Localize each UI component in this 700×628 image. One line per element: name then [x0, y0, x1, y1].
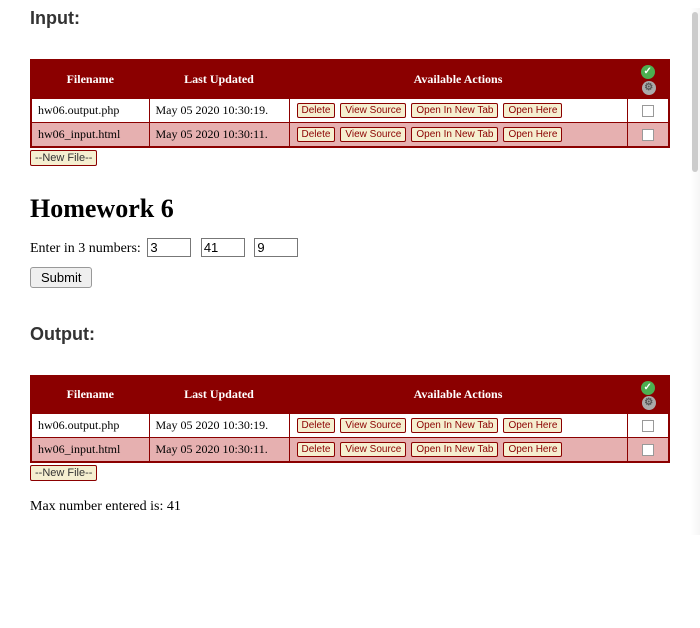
- row-checkbox[interactable]: [642, 105, 654, 117]
- col-actions: Available Actions: [289, 60, 627, 98]
- cell-filename: hw06_input.html: [31, 438, 149, 463]
- file-table-output: Filename Last Updated Available Actions …: [30, 375, 670, 464]
- submit-button[interactable]: Submit: [30, 267, 92, 288]
- scrollbar-track[interactable]: [690, 8, 700, 535]
- number-input-2[interactable]: [201, 238, 245, 257]
- col-icons: ✓⚙: [627, 376, 669, 414]
- open-new-tab-button[interactable]: Open In New Tab: [411, 103, 498, 118]
- delete-button[interactable]: Delete: [297, 127, 336, 142]
- col-updated: Last Updated: [149, 376, 289, 414]
- col-filename: Filename: [31, 60, 149, 98]
- new-file-button[interactable]: --New File--: [30, 465, 97, 481]
- col-filename: Filename: [31, 376, 149, 414]
- open-new-tab-button[interactable]: Open In New Tab: [411, 127, 498, 142]
- output-section-label: Output:: [30, 324, 670, 345]
- view-source-button[interactable]: View Source: [340, 103, 406, 118]
- table-row: hw06_input.html May 05 2020 10:30:11. De…: [31, 438, 669, 463]
- cell-updated: May 05 2020 10:30:11.: [149, 122, 289, 147]
- delete-button[interactable]: Delete: [297, 442, 336, 457]
- check-icon[interactable]: ✓: [641, 65, 655, 79]
- form-line: Enter in 3 numbers:: [30, 238, 670, 257]
- view-source-button[interactable]: View Source: [340, 418, 406, 433]
- cell-checkbox: [627, 122, 669, 147]
- open-new-tab-button[interactable]: Open In New Tab: [411, 442, 498, 457]
- cell-filename: hw06.output.php: [31, 98, 149, 122]
- cell-actions: Delete View Source Open In New Tab Open …: [289, 438, 627, 463]
- table-row: hw06.output.php May 05 2020 10:30:19. De…: [31, 98, 669, 122]
- table-row: hw06_input.html May 05 2020 10:30:11. De…: [31, 122, 669, 147]
- cell-filename: hw06.output.php: [31, 414, 149, 438]
- cell-actions: Delete View Source Open In New Tab Open …: [289, 98, 627, 122]
- row-checkbox[interactable]: [642, 444, 654, 456]
- cell-actions: Delete View Source Open In New Tab Open …: [289, 414, 627, 438]
- result-text: Max number entered is: 41: [30, 499, 670, 515]
- open-here-button[interactable]: Open Here: [503, 442, 562, 457]
- file-table-input: Filename Last Updated Available Actions …: [30, 59, 670, 148]
- new-file-button[interactable]: --New File--: [30, 150, 97, 166]
- file-table-header-row: Filename Last Updated Available Actions …: [31, 376, 669, 414]
- page-title: Homework 6: [30, 194, 670, 224]
- scrollbar-thumb[interactable]: [692, 12, 698, 172]
- row-checkbox[interactable]: [642, 129, 654, 141]
- number-input-1[interactable]: [147, 238, 191, 257]
- cell-filename: hw06_input.html: [31, 122, 149, 147]
- view-source-button[interactable]: View Source: [340, 127, 406, 142]
- gear-icon[interactable]: ⚙: [642, 81, 656, 95]
- open-here-button[interactable]: Open Here: [503, 418, 562, 433]
- cell-checkbox: [627, 438, 669, 463]
- row-checkbox[interactable]: [642, 420, 654, 432]
- table-row: hw06.output.php May 05 2020 10:30:19. De…: [31, 414, 669, 438]
- file-table-header-row: Filename Last Updated Available Actions …: [31, 60, 669, 98]
- form-prompt: Enter in 3 numbers:: [30, 241, 141, 256]
- cell-actions: Delete View Source Open In New Tab Open …: [289, 122, 627, 147]
- view-source-button[interactable]: View Source: [340, 442, 406, 457]
- cell-updated: May 05 2020 10:30:19.: [149, 414, 289, 438]
- col-updated: Last Updated: [149, 60, 289, 98]
- cell-updated: May 05 2020 10:30:19.: [149, 98, 289, 122]
- delete-button[interactable]: Delete: [297, 103, 336, 118]
- cell-checkbox: [627, 98, 669, 122]
- cell-updated: May 05 2020 10:30:11.: [149, 438, 289, 463]
- col-actions: Available Actions: [289, 376, 627, 414]
- input-section-label: Input:: [30, 8, 670, 29]
- open-here-button[interactable]: Open Here: [503, 103, 562, 118]
- gear-icon[interactable]: ⚙: [642, 396, 656, 410]
- number-input-3[interactable]: [254, 238, 298, 257]
- check-icon[interactable]: ✓: [641, 381, 655, 395]
- open-here-button[interactable]: Open Here: [503, 127, 562, 142]
- cell-checkbox: [627, 414, 669, 438]
- open-new-tab-button[interactable]: Open In New Tab: [411, 418, 498, 433]
- delete-button[interactable]: Delete: [297, 418, 336, 433]
- col-icons: ✓⚙: [627, 60, 669, 98]
